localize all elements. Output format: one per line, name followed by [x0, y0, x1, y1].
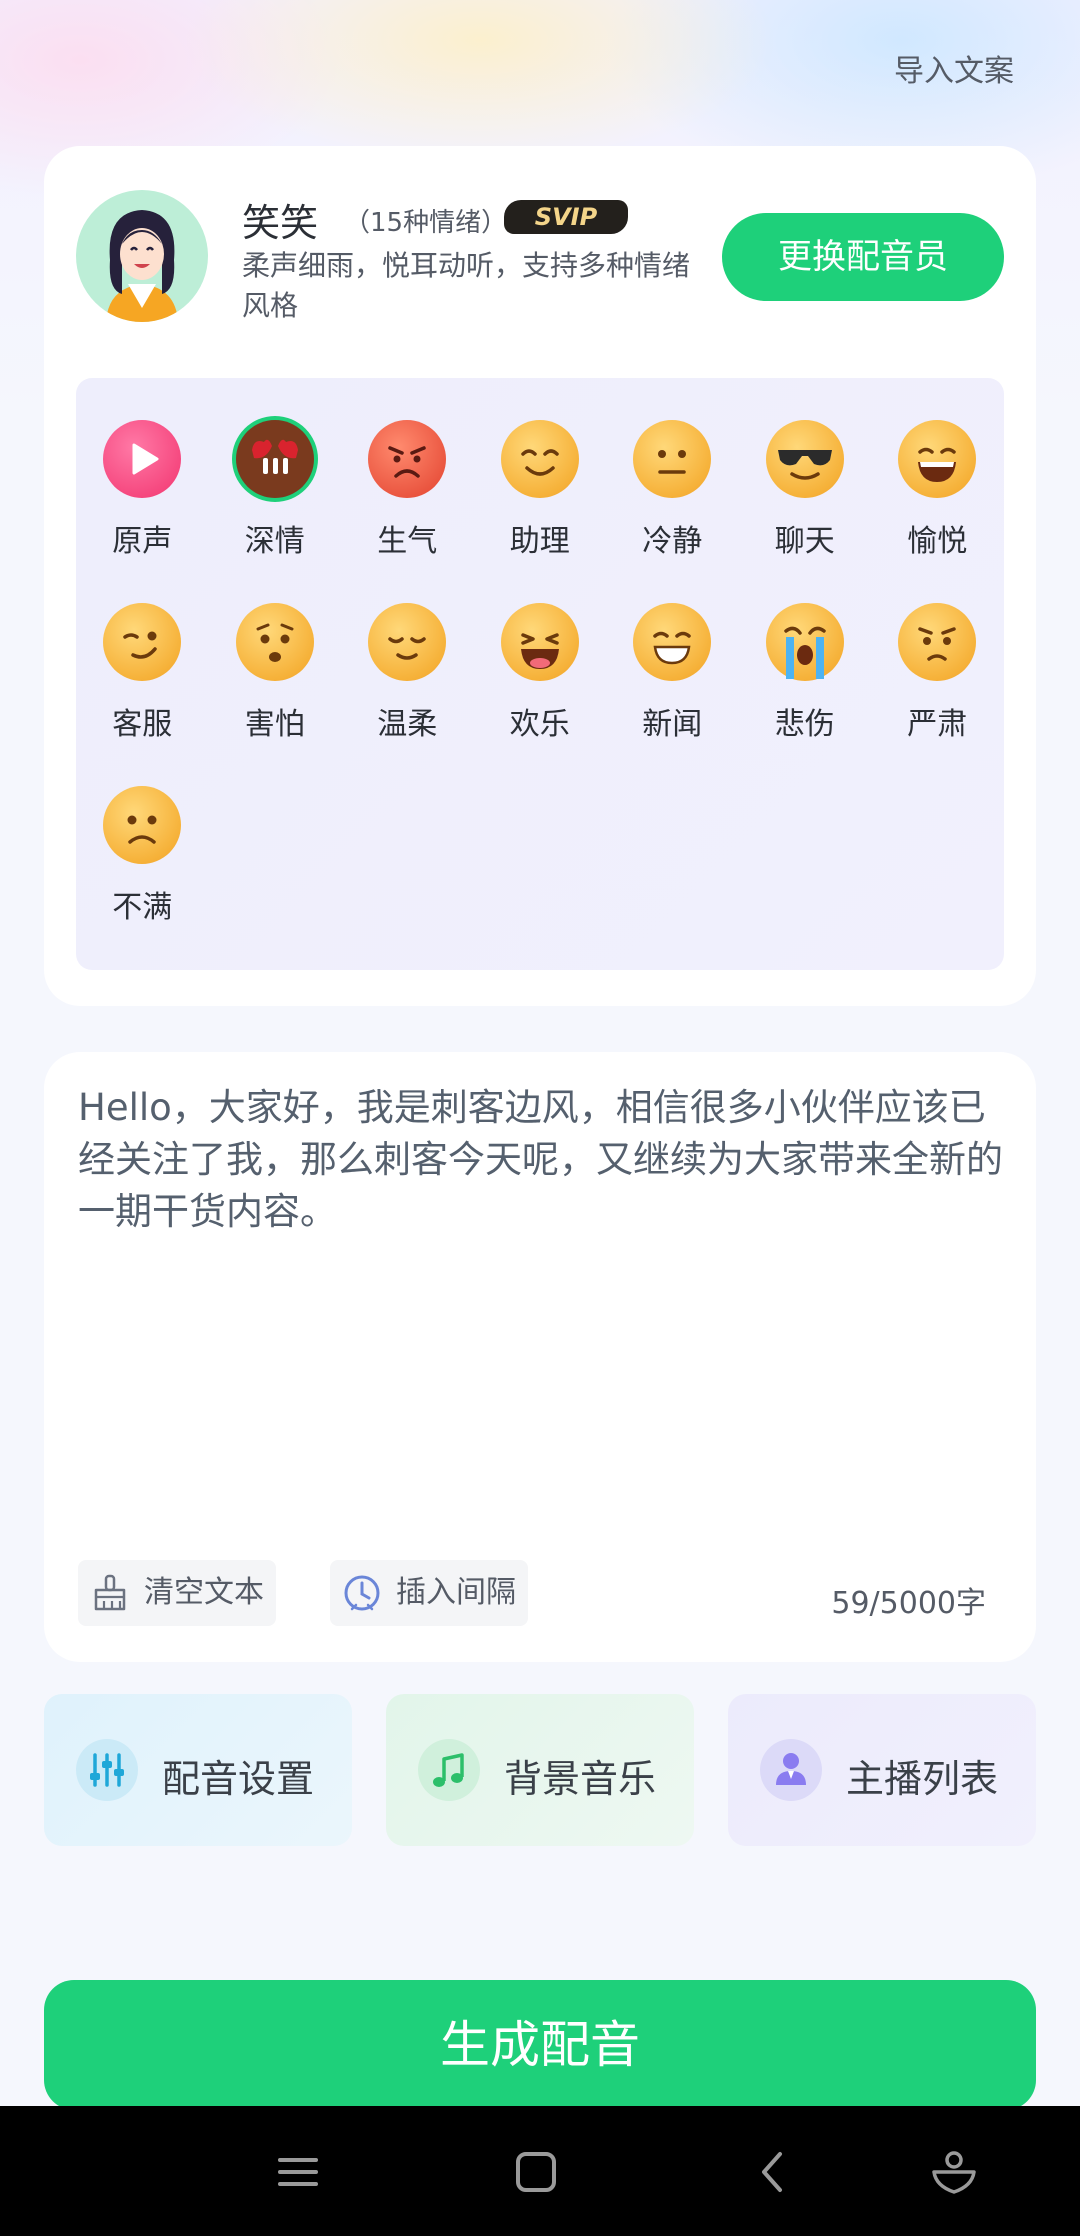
relieved-emoji-icon — [368, 603, 447, 681]
voice-description: 柔声细雨，悦耳动听，支持多种情绪风格 — [242, 249, 691, 322]
menu-icon[interactable] — [272, 2146, 324, 2198]
affectionate-emoji-icon — [235, 420, 314, 498]
emotion-label: 欢乐 — [509, 707, 570, 742]
emotion-item-calm[interactable]: 冷静 — [606, 420, 739, 603]
smile-emoji-icon — [500, 420, 579, 498]
voice-name: 笑笑 — [242, 201, 319, 245]
home-icon[interactable] — [510, 2146, 562, 2198]
svip-badge: SVIP — [504, 200, 628, 234]
broom-icon — [94, 1574, 126, 1611]
crying-emoji-icon — [765, 603, 844, 681]
clock-icon — [344, 1575, 380, 1611]
emotion-count: （15种情绪） — [344, 208, 508, 238]
neutral-emoji-icon — [633, 420, 712, 498]
emotion-item-displeased[interactable]: 不满 — [76, 786, 209, 969]
grin-emoji-icon — [898, 420, 977, 498]
emotion-item-joy[interactable]: 欢乐 — [474, 603, 607, 786]
wink-emoji-icon — [103, 603, 182, 681]
frown-emoji-icon — [898, 603, 977, 681]
play-icon — [103, 420, 182, 498]
back-icon[interactable] — [748, 2146, 800, 2198]
emotion-grid: 原声 深情 生气 助理 冷静 聊天 愉悦 客服 害怕 温柔 欢乐 新闻 悲伤 严… — [76, 420, 1004, 969]
emotion-item-service[interactable]: 客服 — [76, 603, 209, 786]
import-script-link[interactable]: 导入文案 — [894, 46, 1014, 90]
emotion-panel: 原声 深情 生气 助理 冷静 聊天 愉悦 客服 害怕 温柔 欢乐 新闻 悲伤 严… — [76, 378, 1004, 970]
emotion-item-angry[interactable]: 生气 — [341, 420, 474, 603]
insert-pause-label: 插入间隔 — [396, 1575, 516, 1610]
emotion-item-chat[interactable]: 聊天 — [739, 420, 872, 603]
emotion-label: 深情 — [244, 524, 305, 559]
angry-emoji-icon — [368, 420, 447, 498]
worried-emoji-icon — [235, 603, 314, 681]
background-music-label: 背景音乐 — [504, 1757, 657, 1801]
emotion-item-pleasant[interactable]: 愉悦 — [871, 420, 1004, 603]
emotion-label: 客服 — [112, 707, 173, 742]
voice-settings-label: 配音设置 — [162, 1757, 315, 1801]
emotion-item-original[interactable]: 原声 — [76, 420, 209, 603]
assistant-icon[interactable] — [928, 2146, 980, 2198]
emotion-label: 原声 — [112, 524, 173, 559]
displeased-emoji-icon — [103, 786, 182, 864]
voice-card: 笑笑 （15种情绪） SVIP 柔声细雨，悦耳动听，支持多种情绪风格 更换配音员… — [44, 146, 1036, 1006]
emotion-label: 冷静 — [642, 524, 703, 559]
avatar-illustration — [106, 210, 178, 322]
emotion-label: 新闻 — [642, 707, 703, 742]
system-nav-bar — [0, 2106, 1080, 2236]
music-note-icon — [418, 1739, 480, 1801]
emotion-item-sad[interactable]: 悲伤 — [739, 603, 872, 786]
emotion-item-assistant[interactable]: 助理 — [474, 420, 607, 603]
emotion-label: 生气 — [377, 524, 438, 559]
emotion-item-news[interactable]: 新闻 — [606, 603, 739, 786]
person-icon — [760, 1739, 822, 1801]
emotion-label: 温柔 — [377, 707, 438, 742]
voice-settings-tile[interactable]: 配音设置 — [44, 1694, 352, 1846]
emotion-label: 害怕 — [244, 707, 305, 742]
laugh-emoji-icon — [500, 603, 579, 681]
emotion-item-serious[interactable]: 严肃 — [871, 603, 1004, 786]
emotion-label: 悲伤 — [774, 707, 835, 742]
script-textarea[interactable]: Hello，大家好，我是刺客边风，相信很多小伙伴应该已经关注了我，那么刺客今天呢… — [78, 1082, 1008, 1238]
sliders-icon — [76, 1739, 138, 1801]
grin-squint-emoji-icon — [633, 603, 712, 681]
emotion-label: 助理 — [509, 524, 570, 559]
script-editor-card: Hello，大家好，我是刺客边风，相信很多小伙伴应该已经关注了我，那么刺客今天呢… — [44, 1052, 1036, 1662]
change-voice-button[interactable]: 更换配音员 — [722, 213, 1004, 301]
clear-text-button[interactable]: 清空文本 — [78, 1560, 276, 1626]
emotion-item-fear[interactable]: 害怕 — [209, 603, 342, 786]
emotion-item-gentle[interactable]: 温柔 — [341, 603, 474, 786]
generate-dubbing-button[interactable]: 生成配音 — [44, 1980, 1036, 2110]
emotion-label: 严肃 — [907, 707, 968, 742]
sunglasses-emoji-icon — [765, 420, 844, 498]
background-music-tile[interactable]: 背景音乐 — [386, 1694, 694, 1846]
anchor-list-label: 主播列表 — [846, 1757, 999, 1801]
anchor-list-tile[interactable]: 主播列表 — [728, 1694, 1036, 1846]
character-count: 59/5000字 — [831, 1586, 986, 1621]
emotion-label: 愉悦 — [907, 524, 968, 559]
insert-pause-button[interactable]: 插入间隔 — [330, 1560, 528, 1626]
emotion-label: 聊天 — [774, 524, 835, 559]
clear-text-label: 清空文本 — [144, 1575, 264, 1610]
emotion-item-affectionate[interactable]: 深情 — [209, 420, 342, 603]
emotion-label: 不满 — [112, 890, 173, 925]
avatar[interactable] — [76, 190, 208, 322]
